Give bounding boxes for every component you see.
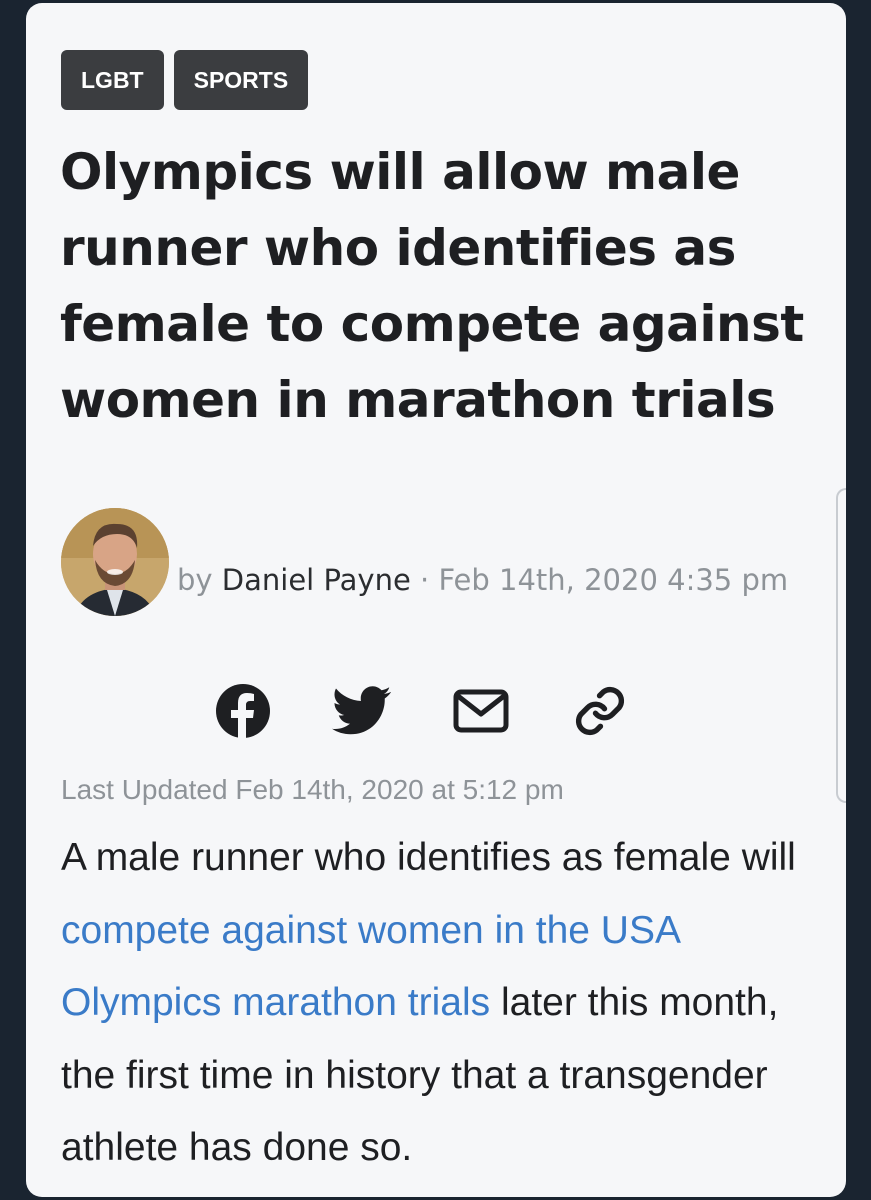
email-icon[interactable] <box>449 679 513 743</box>
twitter-icon[interactable] <box>330 679 394 743</box>
link-icon[interactable] <box>568 679 632 743</box>
article-byline: by Daniel Payne · Feb 14th, 2020 4:35 pm <box>59 535 819 625</box>
publish-date: Feb 14th, 2020 4:35 pm <box>438 563 789 597</box>
tag-sports[interactable]: SPORTS <box>173 50 309 110</box>
article-body: A male runner who identifies as female w… <box>61 822 831 1185</box>
article-headline: Olympics will allow male runner who iden… <box>60 143 804 429</box>
byline-separator: · <box>410 563 439 597</box>
facebook-icon[interactable] <box>211 679 275 743</box>
article-card: LGBT SPORTS Olympics will allow male run… <box>26 3 846 1197</box>
category-tags: LGBT SPORTS <box>61 50 309 110</box>
scroll-handle[interactable] <box>836 488 846 803</box>
byline-prefix: by <box>177 563 222 597</box>
tag-lgbt[interactable]: LGBT <box>61 50 164 110</box>
body-text-part1: A male runner who identifies as female w… <box>61 836 796 879</box>
share-bar <box>211 679 632 743</box>
last-updated: Last Updated Feb 14th, 2020 at 5:12 pm <box>61 774 564 805</box>
author-name[interactable]: Daniel Payne <box>222 563 411 597</box>
